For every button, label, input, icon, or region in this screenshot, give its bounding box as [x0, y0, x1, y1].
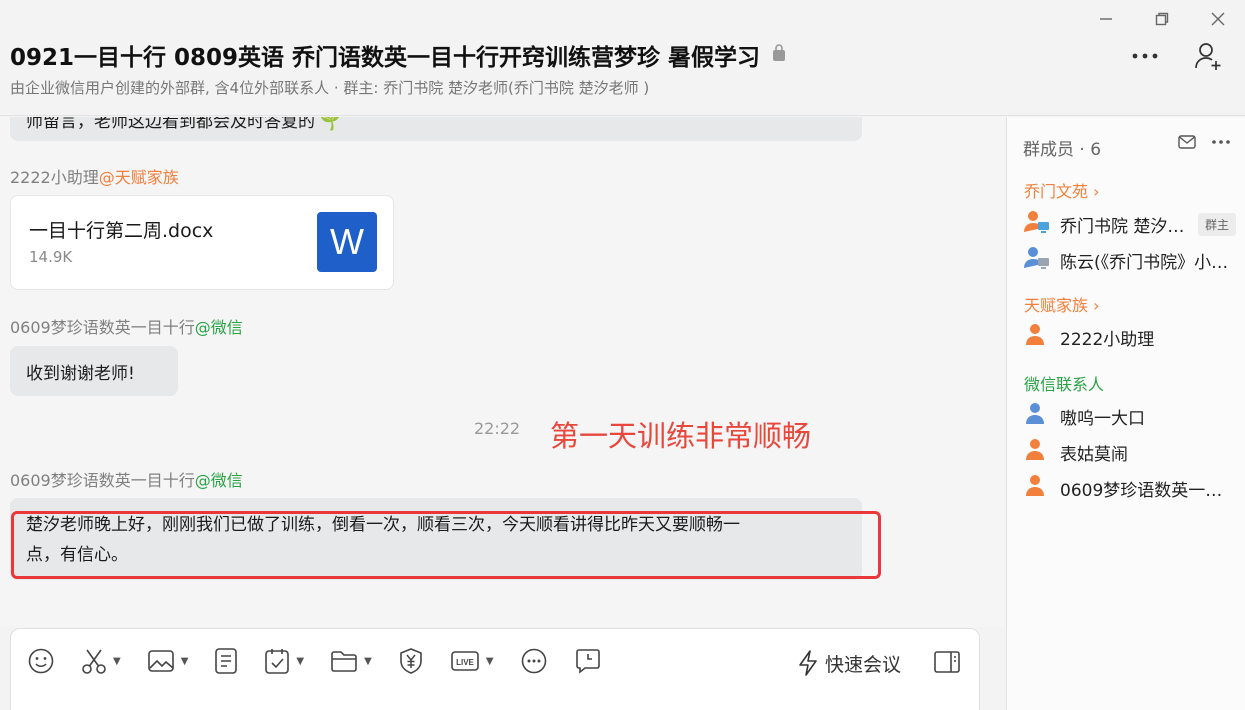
yuan-shield-icon [400, 648, 422, 674]
history-button[interactable] [574, 647, 602, 675]
image-icon [147, 650, 174, 672]
red-highlight-box [11, 511, 881, 579]
person-computer-icon [1024, 246, 1050, 274]
member-item[interactable]: 乔门书院 楚汐老师 群主 [1024, 209, 1236, 239]
person-computer-icon [1024, 210, 1050, 238]
word-file-icon: W [317, 212, 377, 272]
message-sender: 0609梦珍语数英一目十行@微信 [10, 314, 243, 338]
owner-badge: 群主 [1197, 212, 1236, 236]
group-label-tianfu[interactable]: 天赋家族 › [1024, 292, 1100, 316]
payment-button[interactable] [398, 647, 424, 675]
chevron-down-icon[interactable]: ▼ [486, 656, 494, 667]
scissors-icon [82, 649, 106, 674]
red-annotation-text: 第一天训练非常顺畅 [550, 419, 812, 453]
document-button[interactable] [214, 647, 238, 675]
calendar-check-icon [265, 649, 290, 674]
chat-clock-icon [575, 649, 600, 674]
sender-name[interactable]: 2222小助理 [10, 168, 99, 187]
member-item[interactable]: 表姑莫闹 [1024, 437, 1236, 467]
panel-actions [1177, 133, 1231, 155]
message-timestamp: 22:22 [474, 419, 521, 438]
image-button[interactable]: ▼ [147, 648, 189, 674]
more-options-icon[interactable] [1129, 40, 1161, 72]
message-text: 师留言，老师这边看到都会及时答复的 🌱 [26, 117, 342, 132]
screenshot-button[interactable]: ▼ [81, 647, 121, 675]
member-name: 嗷呜一大口 [1060, 408, 1145, 429]
more-circle-icon [521, 648, 546, 674]
chevron-down-icon[interactable]: ▼ [364, 656, 372, 667]
quick-meeting-label: 快速会议 [825, 653, 902, 676]
member-name: 乔门书院 楚汐老师 [1060, 216, 1192, 237]
panel-split-icon [934, 651, 960, 673]
person-icon [1024, 402, 1050, 430]
svg-text:LIVE: LIVE [456, 658, 474, 667]
person-icon [1024, 438, 1050, 466]
chevron-down-icon[interactable]: ▼ [113, 656, 121, 667]
member-item[interactable]: 2222小助理 [1024, 322, 1236, 352]
members-count: 群成员 · 6 [1023, 140, 1102, 160]
more-options-icon[interactable] [1211, 133, 1231, 155]
group-label-qiaomen[interactable]: 乔门文苑 › [1024, 178, 1100, 202]
message-sender: 2222小助理@天赋家族 [10, 164, 179, 188]
lock-icon [772, 42, 786, 68]
message-sender: 0609梦珍语数英一目十行@微信 [10, 467, 243, 491]
chat-title-text: 0921一目十行 0809英语 乔门语数英一目十行开窍训练营梦珍 暑假学习 [10, 45, 761, 71]
member-item[interactable]: 陈云(《乔门书院》小助理) [1024, 245, 1236, 275]
message-list[interactable]: 师留言，老师这边看到都会及时答复的 🌱 2222小助理@天赋家族 一目十行第二周… [0, 117, 1005, 627]
member-item[interactable]: 嗷呜一大口 [1024, 401, 1236, 431]
member-name: 0609梦珍语数英一目十行 [1060, 480, 1236, 501]
message-bubble[interactable]: 收到谢谢老师! [10, 346, 178, 396]
schedule-button[interactable]: ▼ [264, 647, 304, 675]
folder-icon [331, 651, 357, 672]
file-size: 14.9K [29, 248, 73, 266]
add-member-icon[interactable] [1193, 40, 1225, 72]
message-text: 收到谢谢老师! [26, 364, 135, 384]
sender-name[interactable]: 0609梦珍语数英一目十行 [10, 471, 195, 490]
quick-meeting-button[interactable]: 快速会议 [797, 649, 901, 677]
mail-icon[interactable] [1177, 133, 1197, 155]
sender-org: @微信 [194, 318, 243, 337]
document-icon [215, 648, 238, 674]
more-tools-button[interactable] [520, 647, 548, 675]
restore-icon[interactable] [1149, 6, 1175, 32]
folder-button[interactable]: ▼ [330, 649, 372, 673]
chevron-down-icon[interactable]: ▼ [296, 656, 304, 667]
lightning-icon [799, 650, 817, 676]
minimize-icon[interactable] [1093, 6, 1119, 32]
sender-org: @天赋家族 [98, 168, 179, 187]
group-label-wechat: 微信联系人 [1024, 375, 1105, 394]
member-name: 2222小助理 [1060, 329, 1155, 350]
toggle-sidebar-button[interactable] [933, 649, 961, 679]
message-composer[interactable]: ▼ ▼ ▼ ▼ LIVE ▼ 快速会议 [10, 628, 980, 710]
chevron-down-icon[interactable]: ▼ [181, 656, 189, 667]
header-actions [1129, 40, 1225, 72]
person-icon [1024, 474, 1050, 502]
person-icon [1024, 323, 1050, 351]
members-panel: 群成员 · 6 乔门文苑 › 乔门书院 楚汐老师 群主 陈云(《乔门书院》小助理… [1006, 117, 1245, 710]
member-name: 表姑莫闹 [1060, 444, 1128, 465]
member-name: 陈云(《乔门书院》小助理) [1060, 252, 1236, 273]
chat-subtitle: 由企业微信用户创建的外部群, 含4位外部联系人 · 群主: 乔门书院 楚汐老师(… [10, 79, 650, 97]
file-attachment[interactable]: 一目十行第二周.docx 14.9K W [10, 195, 394, 290]
window-controls [1093, 6, 1231, 32]
live-icon: LIVE [451, 651, 479, 671]
emoji-button[interactable] [27, 647, 55, 675]
chat-header: 0921一目十行 0809英语 乔门语数英一目十行开窍训练营梦珍 暑假学习 由企… [0, 0, 1245, 116]
chat-title: 0921一目十行 0809英语 乔门语数英一目十行开窍训练营梦珍 暑假学习 [10, 38, 786, 72]
message-bubble-partial[interactable]: 师留言，老师这边看到都会及时答复的 🌱 [10, 117, 862, 141]
composer-toolbar: ▼ ▼ ▼ ▼ LIVE ▼ [27, 647, 628, 675]
emoji-icon [28, 648, 54, 674]
member-item[interactable]: 0609梦珍语数英一目十行 [1024, 473, 1236, 503]
file-name: 一目十行第二周.docx [29, 220, 214, 242]
sender-name[interactable]: 0609梦珍语数英一目十行 [10, 318, 195, 337]
close-icon[interactable] [1205, 6, 1231, 32]
live-button[interactable]: LIVE ▼ [450, 648, 494, 674]
sender-org: @微信 [194, 471, 243, 490]
